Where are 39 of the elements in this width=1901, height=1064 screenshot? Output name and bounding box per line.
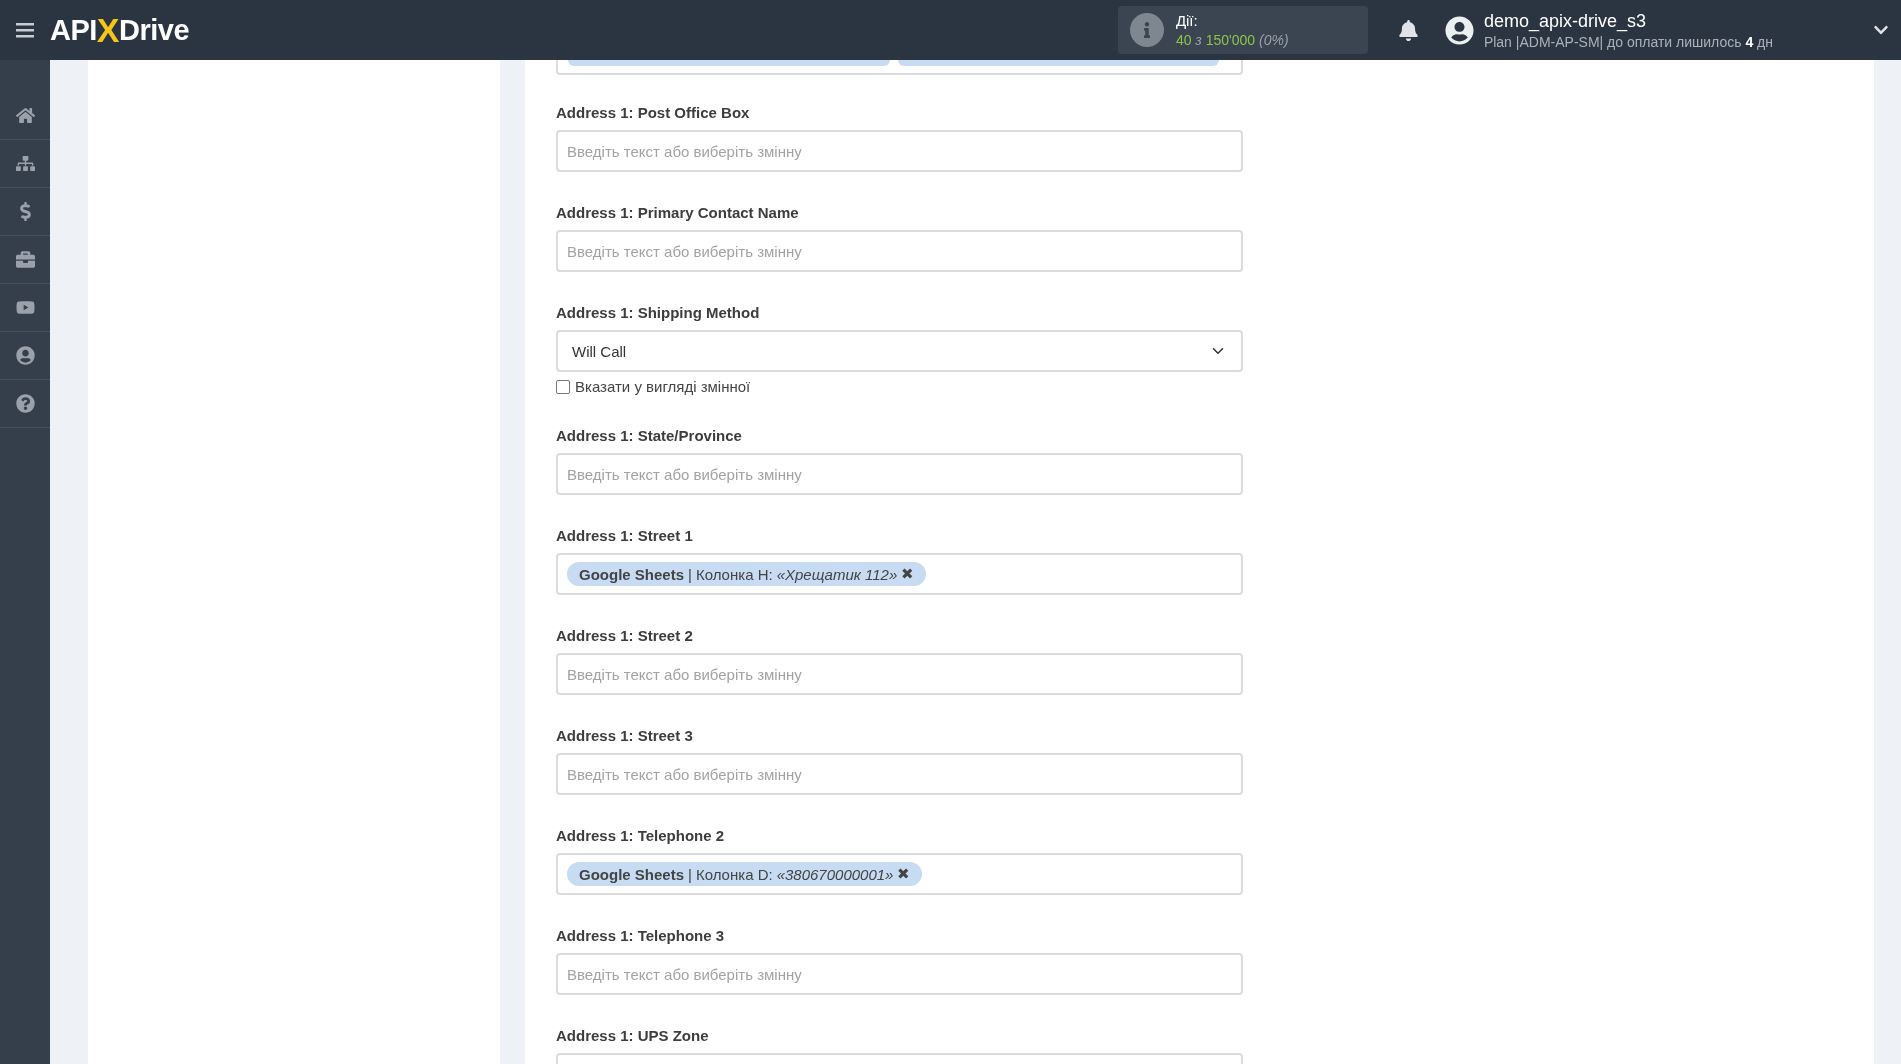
input-field[interactable]: Введіть текст або виберіть змінну — [556, 753, 1243, 795]
input-field[interactable]: Введіть текст або виберіть змінну — [556, 953, 1243, 995]
variable-tag: Google Sheets | Колонка H: «Хрещатик 112» ✖ — [567, 562, 927, 586]
tag-field[interactable]: Google Sheets | Колонка H: «Хрещатик 112» ✖ — [556, 553, 1243, 595]
help-icon — [15, 394, 35, 413]
input-field[interactable]: Введіть текст або виберіть змінну — [556, 653, 1243, 695]
field-label: Address 1: Telephone 2 — [556, 827, 726, 844]
select-field[interactable]: Will Call — [556, 330, 1243, 372]
input-field[interactable]: Введіть текст або виберіть змінну — [556, 130, 1243, 172]
sitemap-icon — [15, 154, 35, 173]
field-label: Address 1: Post Office Box — [556, 104, 751, 121]
input-field[interactable]: Введіть текст або виберіть змінну — [556, 453, 1243, 495]
field-label: Address 1: Primary Contact Name — [556, 204, 800, 221]
field-label: Address 1: Telephone 3 — [556, 927, 726, 944]
tag-field[interactable]: Google Sheets | Колонка D: «380670000001» ✖ — [556, 853, 1243, 895]
video-icon — [15, 298, 35, 317]
variable-tag: Google Sheets | Колонка D: «380670000001» ✖ — [567, 862, 923, 886]
logo[interactable]: APIXDrive — [50, 10, 190, 50]
actions-count: 40 з 150'000 (0%) — [1175, 32, 1289, 48]
field-label: Address 1: Street 3 — [556, 727, 694, 744]
menu-icon[interactable] — [16, 22, 34, 38]
home-icon — [15, 106, 35, 125]
bell-icon[interactable] — [1397, 19, 1419, 41]
checkbox[interactable] — [556, 379, 570, 394]
user-icon — [15, 346, 35, 365]
field-label: Address 1: Shipping Method — [556, 304, 761, 321]
user-name[interactable]: demo_apix-drive_s3 — [1483, 10, 1773, 32]
actions-label: Дії: — [1175, 12, 1199, 29]
input-field[interactable]: Введіть текст або виберіть змінну — [556, 230, 1243, 272]
checkbox-label: Вказати у вигляді змінної — [575, 378, 751, 395]
info-icon — [1129, 13, 1164, 47]
field-label: Address 1: Street 1 — [556, 527, 694, 544]
avatar-icon[interactable] — [1444, 15, 1474, 45]
tag-field[interactable] — [556, 60, 1243, 75]
field-label: Address 1: State/Province — [556, 427, 743, 444]
field-label: Address 1: UPS Zone — [556, 1027, 710, 1044]
briefcase-icon — [15, 250, 35, 269]
plan-info: Plan |ADM-AP-SM| до оплати лишилось 4 дн — [1483, 33, 1773, 50]
field-label: Address 1: Street 2 — [556, 627, 694, 644]
